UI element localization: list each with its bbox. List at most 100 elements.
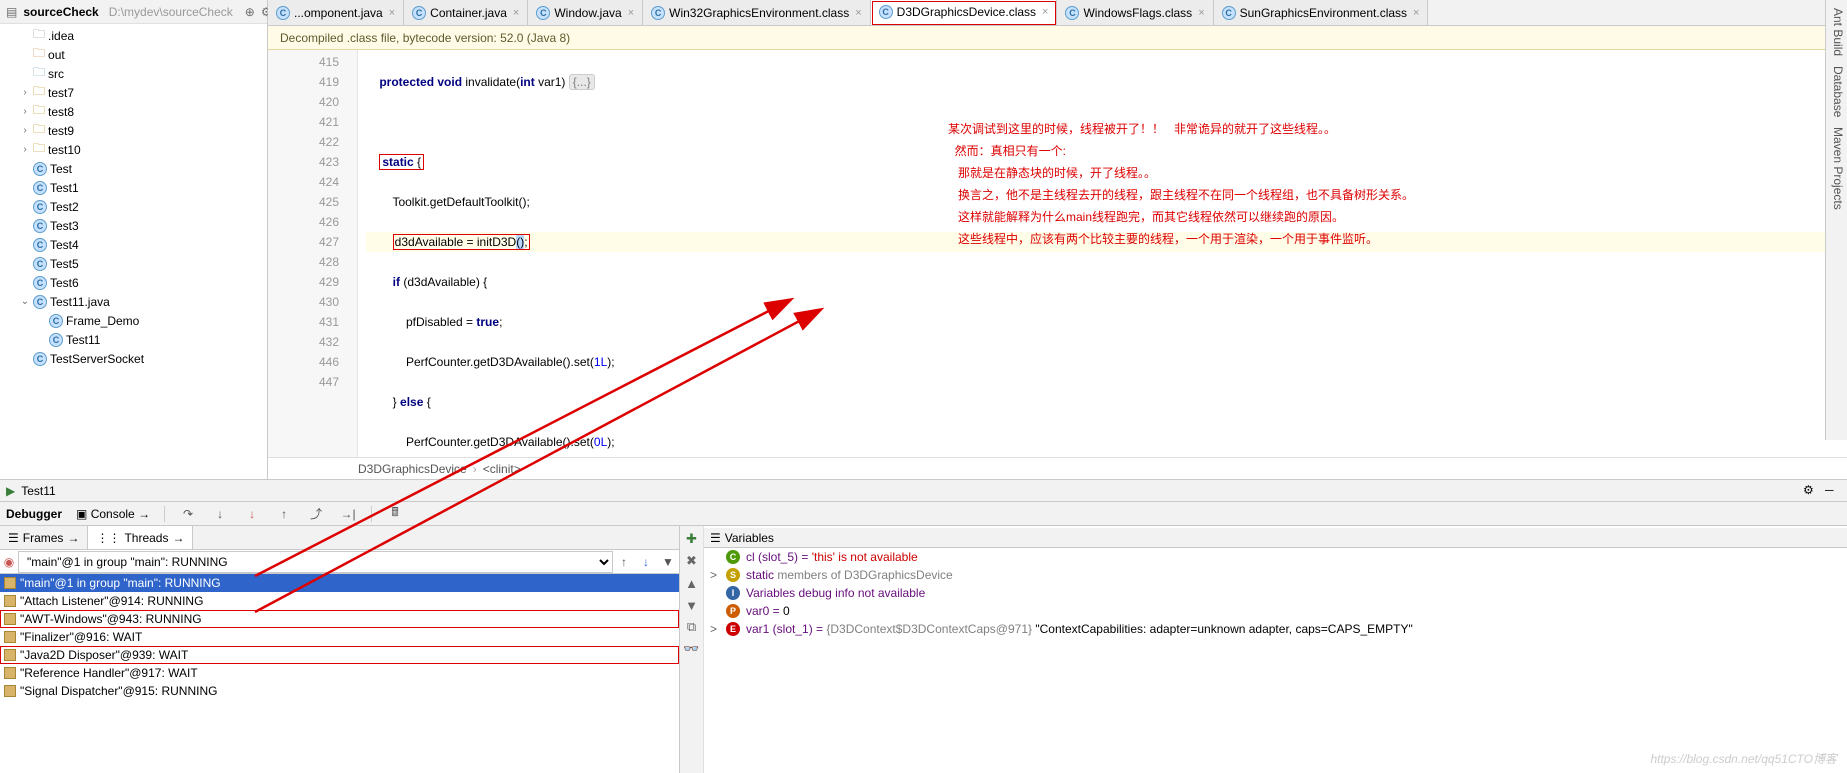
threads-tab[interactable]: ⋮⋮Threads → xyxy=(88,526,193,549)
copy-icon[interactable]: ⧉ xyxy=(683,618,701,636)
tree-item[interactable]: CTest2 xyxy=(0,197,267,216)
close-icon[interactable]: × xyxy=(1042,6,1048,18)
breadcrumb-method[interactable]: <clinit> xyxy=(483,462,521,476)
thread-row[interactable]: "Signal Dispatcher"@915: RUNNING xyxy=(0,682,679,700)
line-number[interactable]: 422 xyxy=(268,132,339,152)
line-number[interactable]: 419 xyxy=(268,72,339,92)
tree-item[interactable]: ›🗀test10 xyxy=(0,140,267,159)
tree-item[interactable]: ›🗀test9 xyxy=(0,121,267,140)
new-watch-icon[interactable]: ✚ xyxy=(683,530,701,548)
editor-tabs[interactable]: C...omponent.java×CContainer.java×CWindo… xyxy=(268,0,1847,26)
close-icon[interactable]: × xyxy=(389,7,395,19)
line-number[interactable]: 427 xyxy=(268,232,339,252)
ant-build-tool[interactable]: Ant Build xyxy=(1828,8,1845,56)
line-number[interactable]: 425 xyxy=(268,192,339,212)
line-number[interactable]: 426 xyxy=(268,212,339,232)
tree-item[interactable]: CTest11 xyxy=(0,330,267,349)
line-number[interactable]: 428 xyxy=(268,252,339,272)
editor-tab[interactable]: CSunGraphicsEnvironment.class× xyxy=(1214,0,1429,25)
variable-row[interactable]: Ccl (slot_5) = 'this' is not available xyxy=(704,548,1847,566)
filter-icon[interactable]: ▼ xyxy=(657,551,679,573)
next-frame-icon[interactable]: ↓ xyxy=(635,551,657,573)
up-icon[interactable]: ▲ xyxy=(683,574,701,592)
force-step-into-icon[interactable]: ↓ xyxy=(243,505,261,523)
variable-row[interactable]: Pvar0 = 0 xyxy=(704,602,1847,620)
code-editor[interactable]: protected void invalidate(int var1) {...… xyxy=(358,50,1847,457)
drop-frame-icon[interactable]: ⤴ xyxy=(307,505,325,523)
line-number[interactable]: 429 xyxy=(268,272,339,292)
line-number[interactable]: 424 xyxy=(268,172,339,192)
console-tab[interactable]: ▣ Console → xyxy=(76,507,150,521)
breadcrumb-class[interactable]: D3DGraphicsDevice xyxy=(358,462,467,476)
down-icon[interactable]: ▼ xyxy=(683,596,701,614)
editor-tab[interactable]: CD3DGraphicsDevice.class× xyxy=(871,0,1058,26)
thread-selector[interactable]: "main"@1 in group "main": RUNNING xyxy=(18,551,613,573)
tree-item[interactable]: CTest4 xyxy=(0,235,267,254)
caret-icon[interactable]: › xyxy=(20,144,30,155)
tree-item[interactable]: CTest xyxy=(0,159,267,178)
tree-item[interactable]: CFrame_Demo xyxy=(0,311,267,330)
breadcrumb[interactable]: D3DGraphicsDevice › <clinit> xyxy=(268,457,1847,479)
tree-item[interactable]: CTest1 xyxy=(0,178,267,197)
thread-row[interactable]: "Attach Listener"@914: RUNNING xyxy=(0,592,679,610)
variable-row[interactable]: >Sstatic members of D3DGraphicsDevice xyxy=(704,566,1847,584)
caret-icon[interactable]: › xyxy=(20,106,30,117)
database-tool[interactable]: Database xyxy=(1828,66,1845,117)
tree-item[interactable]: CTest5 xyxy=(0,254,267,273)
caret-icon[interactable]: ⌄ xyxy=(20,296,30,307)
thread-row[interactable]: "Java2D Disposer"@939: WAIT xyxy=(0,646,679,664)
line-gutter[interactable]: 4154194204214224234244254264274284294304… xyxy=(268,50,358,457)
thread-row[interactable]: "AWT-Windows"@943: RUNNING xyxy=(0,610,679,628)
editor-tab[interactable]: CContainer.java× xyxy=(404,0,528,25)
line-number[interactable]: 420 xyxy=(268,92,339,112)
line-number[interactable]: 431 xyxy=(268,312,339,332)
target-icon[interactable]: ⊕ xyxy=(245,4,255,20)
thread-row[interactable]: "main"@1 in group "main": RUNNING xyxy=(0,574,679,592)
watches-icon[interactable]: 👓 xyxy=(683,640,701,658)
editor-tab[interactable]: CWindow.java× xyxy=(528,0,643,25)
thread-row[interactable]: "Reference Handler"@917: WAIT xyxy=(0,664,679,682)
tree-item[interactable]: CTestServerSocket xyxy=(0,349,267,368)
close-icon[interactable]: × xyxy=(513,7,519,19)
step-into-icon[interactable]: ↓ xyxy=(211,505,229,523)
caret-icon[interactable]: › xyxy=(20,125,30,136)
line-number[interactable]: 432 xyxy=(268,332,339,352)
close-icon[interactable]: × xyxy=(1198,7,1204,19)
caret-icon[interactable]: › xyxy=(20,87,30,98)
variable-row[interactable]: IVariables debug info not available xyxy=(704,584,1847,602)
close-icon[interactable]: × xyxy=(1413,7,1419,19)
tree-item[interactable]: ⌄CTest11.java xyxy=(0,292,267,311)
gear-icon[interactable]: ⚙ xyxy=(1803,483,1819,499)
project-tree[interactable]: 🗀.idea🗀out🗀src›🗀test7›🗀test8›🗀test9›🗀tes… xyxy=(0,24,267,479)
tree-item[interactable]: CTest3 xyxy=(0,216,267,235)
run-to-cursor-icon[interactable]: →| xyxy=(339,505,357,523)
remove-watch-icon[interactable]: ✖ xyxy=(683,552,701,570)
thread-list[interactable]: "main"@1 in group "main": RUNNING"Attach… xyxy=(0,574,679,773)
editor-tab[interactable]: CWindowsFlags.class× xyxy=(1057,0,1213,25)
line-number[interactable]: 421 xyxy=(268,112,339,132)
debugger-tab[interactable]: Debugger xyxy=(6,507,62,521)
expand-icon[interactable]: > xyxy=(710,568,720,582)
line-number[interactable]: 430 xyxy=(268,292,339,312)
line-number[interactable]: 415 xyxy=(268,52,339,72)
evaluate-icon[interactable]: 🖩 xyxy=(386,505,404,523)
line-number[interactable]: 447 xyxy=(268,372,339,392)
thread-row[interactable]: "Finalizer"@916: WAIT xyxy=(0,628,679,646)
step-out-icon[interactable]: ↑ xyxy=(275,505,293,523)
maven-tool[interactable]: Maven Projects xyxy=(1828,127,1845,210)
minimize-icon[interactable]: ─ xyxy=(1825,483,1841,499)
editor-tab[interactable]: C...omponent.java× xyxy=(268,0,404,25)
tree-item[interactable]: ›🗀test8 xyxy=(0,102,267,121)
prev-frame-icon[interactable]: ↑ xyxy=(613,551,635,573)
expand-icon[interactable]: > xyxy=(710,622,720,636)
line-number[interactable]: 446 xyxy=(268,352,339,372)
tree-item[interactable]: 🗀.idea xyxy=(0,26,267,45)
frames-tab[interactable]: ☰Frames → xyxy=(0,526,88,549)
close-icon[interactable]: × xyxy=(855,7,861,19)
editor-tab[interactable]: CWin32GraphicsEnvironment.class× xyxy=(643,0,871,25)
variable-row[interactable]: >Evar1 (slot_1) = {D3DContext$D3DContext… xyxy=(704,620,1847,638)
tree-item[interactable]: ›🗀test7 xyxy=(0,83,267,102)
tree-item[interactable]: 🗀src xyxy=(0,64,267,83)
tree-item[interactable]: CTest6 xyxy=(0,273,267,292)
close-icon[interactable]: × xyxy=(628,7,634,19)
